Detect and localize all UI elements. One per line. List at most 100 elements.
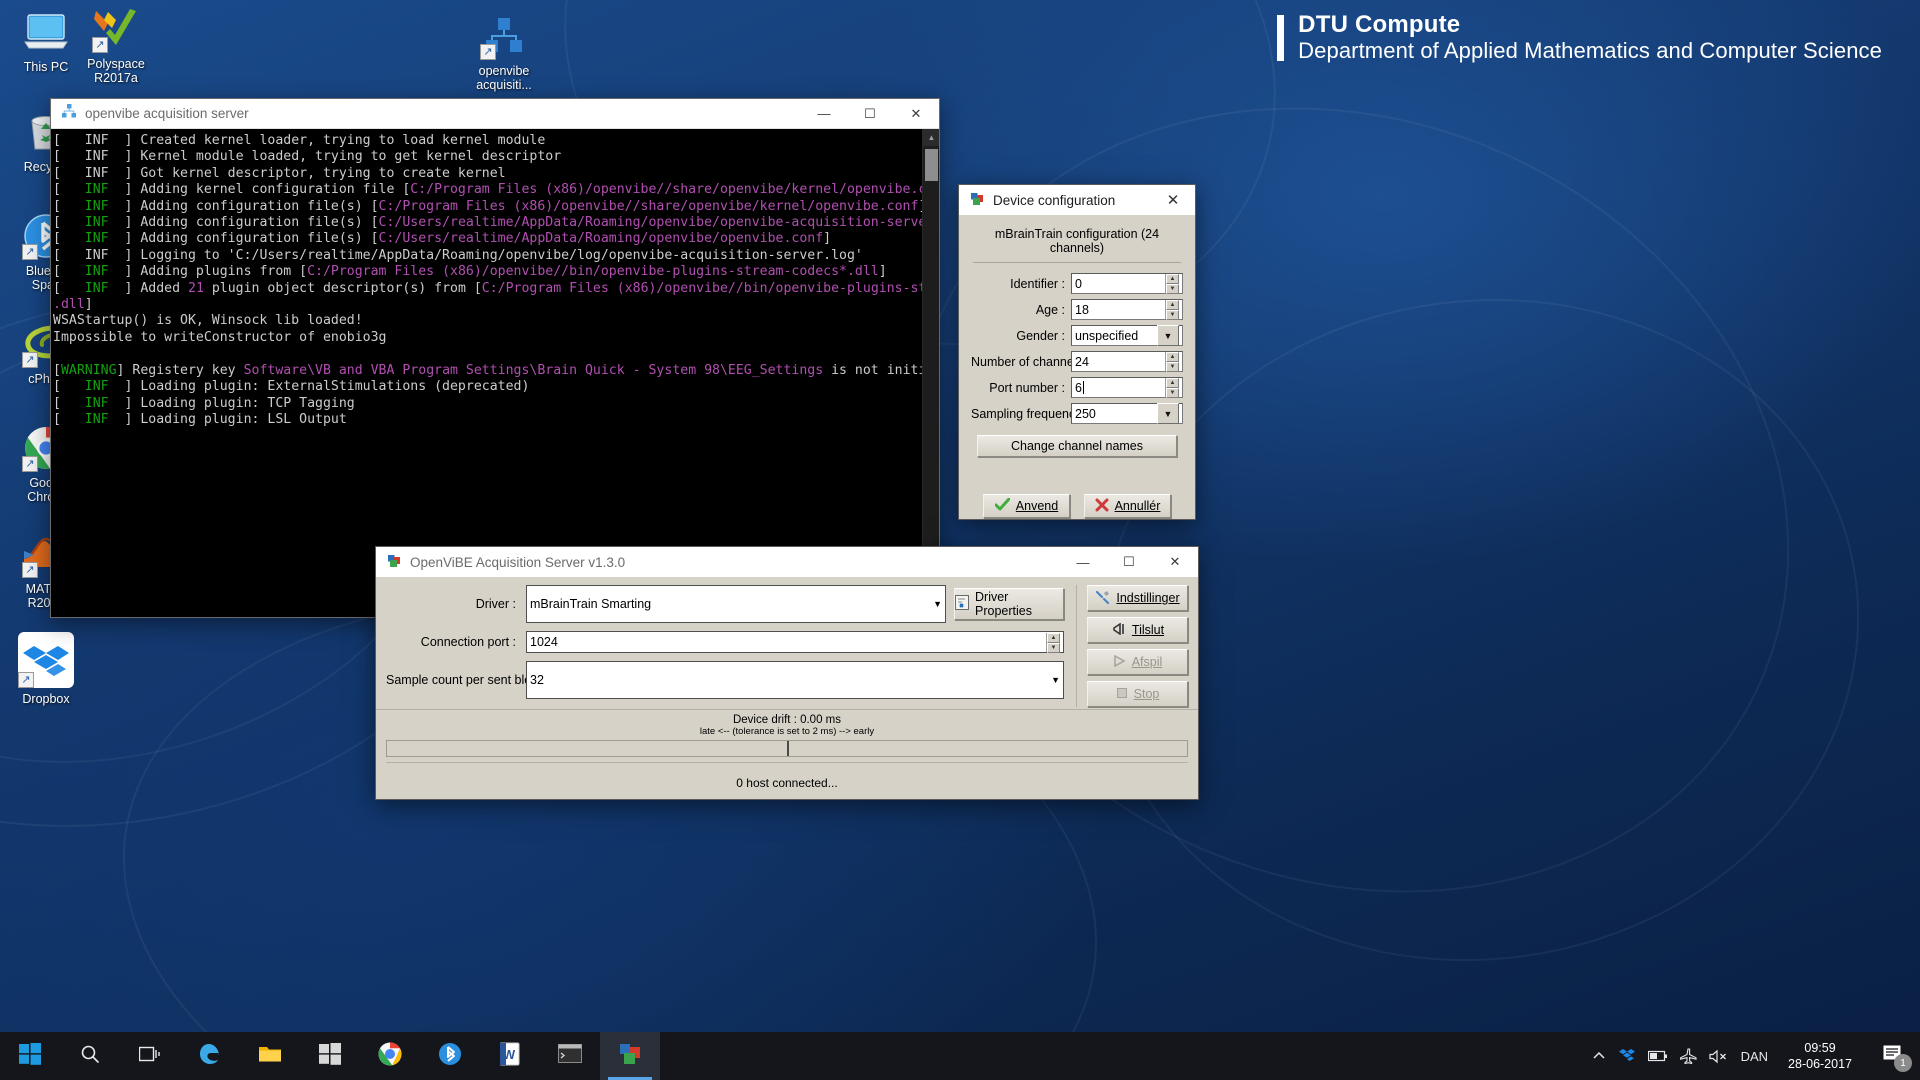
chevron-down-icon[interactable]: ▼ bbox=[1051, 675, 1060, 685]
volume-muted-icon[interactable] bbox=[1708, 1049, 1729, 1064]
age-input[interactable]: 18 ▲ ▼ bbox=[1071, 299, 1183, 320]
dtu-subtitle: Department of Applied Mathematics and Co… bbox=[1298, 37, 1882, 63]
device-configuration-dialog[interactable]: Device configuration ✕ mBrainTrain confi… bbox=[958, 184, 1196, 520]
console-close-button[interactable]: ✕ bbox=[893, 99, 939, 129]
sample-count-label: Sample count per sent block : bbox=[386, 673, 551, 687]
shortcut-overlay-icon: ↗ bbox=[480, 44, 496, 60]
devcfg-close-button[interactable]: ✕ bbox=[1151, 185, 1195, 215]
desktop-icon-label: This PC bbox=[23, 60, 69, 74]
sampling-select[interactable]: 250 ▼ bbox=[1071, 403, 1183, 424]
change-channel-names-button[interactable]: Change channel names bbox=[977, 435, 1177, 457]
console-line: [ INF ] Adding kernel configuration file… bbox=[53, 182, 922, 198]
console-line: [ INF ] Created kernel loader, trying to… bbox=[53, 133, 546, 148]
store-button[interactable] bbox=[300, 1032, 360, 1080]
connection-port-label: Connection port : bbox=[420, 635, 516, 649]
connect-button[interactable]: Tilslut bbox=[1087, 617, 1188, 643]
acq-maximize-button[interactable]: ☐ bbox=[1106, 547, 1152, 577]
taskbar[interactable]: W DAN 09:59 28-06-2017 1 bbox=[0, 1032, 1920, 1080]
drift-progress-bar bbox=[386, 740, 1188, 757]
chevron-down-icon[interactable]: ▼ bbox=[1157, 403, 1179, 424]
desktop-icon-openvibe-acquisition[interactable]: ↗ openvibe acquisiti... bbox=[458, 12, 550, 92]
devcfg-title-bar[interactable]: Device configuration ✕ bbox=[959, 185, 1195, 215]
desktop-icon-polyspace[interactable]: ↗ Polyspace R2017a bbox=[70, 5, 162, 85]
gender-value: unspecified bbox=[1075, 328, 1139, 343]
console-icon bbox=[558, 1044, 582, 1068]
acq-minimize-button[interactable]: — bbox=[1060, 547, 1106, 577]
acq-title-bar[interactable]: OpenViBE Acquisition Server v1.3.0 — ☐ ✕ bbox=[376, 547, 1198, 577]
desktop[interactable]: DTU Compute Department of Applied Mathem… bbox=[0, 0, 1920, 1080]
console-maximize-button[interactable]: ☐ bbox=[847, 99, 893, 129]
console-line: [ INF ] Logging to 'C:/Users/realtime/Ap… bbox=[53, 247, 863, 263]
port-value: 6 bbox=[1075, 380, 1082, 395]
system-tray[interactable]: DAN 09:59 28-06-2017 1 bbox=[1592, 1032, 1920, 1080]
bluetooth-button[interactable] bbox=[420, 1032, 480, 1080]
acquisition-server-window[interactable]: OpenViBE Acquisition Server v1.3.0 — ☐ ✕… bbox=[375, 546, 1199, 800]
clock[interactable]: 09:59 28-06-2017 bbox=[1780, 1040, 1860, 1072]
console-line: [ INF ] Adding configuration file(s) [C:… bbox=[53, 198, 922, 214]
connection-port-input[interactable]: 1024 ▲ ▼ bbox=[526, 631, 1064, 653]
preferences-button[interactable]: Indstillinger bbox=[1087, 585, 1188, 611]
shortcut-overlay-icon: ↗ bbox=[22, 562, 38, 578]
identifier-stepper[interactable]: ▲ ▼ bbox=[1165, 274, 1179, 294]
start-button[interactable] bbox=[0, 1032, 60, 1080]
edge-icon bbox=[198, 1042, 222, 1071]
channels-stepper[interactable]: ▲ ▼ bbox=[1165, 352, 1179, 372]
notification-badge: 1 bbox=[1894, 1054, 1912, 1072]
show-hidden-icons-button[interactable] bbox=[1592, 1049, 1606, 1063]
chevron-down-icon[interactable]: ▼ bbox=[933, 599, 942, 609]
bluetooth-icon bbox=[438, 1042, 462, 1071]
port-stepper[interactable]: ▲ ▼ bbox=[1165, 378, 1179, 398]
console-button[interactable] bbox=[540, 1032, 600, 1080]
shortcut-overlay-icon: ↗ bbox=[92, 37, 108, 53]
console-line: [ INF ] Added 21 plugin object descripto… bbox=[53, 280, 922, 296]
sample-count-value: 32 bbox=[530, 673, 544, 687]
devcfg-row-sampling: Sampling frequency : 250 ▼ bbox=[971, 403, 1183, 424]
chevron-down-icon[interactable]: ▼ bbox=[1157, 325, 1179, 346]
scrollbar-thumb[interactable] bbox=[925, 149, 938, 181]
driver-properties-button[interactable]: Driver Properties bbox=[954, 588, 1064, 620]
airplane-mode-icon[interactable] bbox=[1679, 1048, 1697, 1064]
gender-select[interactable]: unspecified ▼ bbox=[1071, 325, 1183, 346]
identifier-input[interactable]: 0 ▲ ▼ bbox=[1071, 273, 1183, 294]
word-icon: W bbox=[499, 1042, 520, 1071]
console-title-bar[interactable]: openvibe acquisition server — ☐ ✕ bbox=[51, 99, 939, 129]
search-button[interactable] bbox=[60, 1032, 120, 1080]
shortcut-overlay-icon: ↗ bbox=[22, 244, 38, 260]
desktop-icon-dropbox[interactable]: ↗ Dropbox bbox=[0, 632, 92, 706]
battery-icon[interactable] bbox=[1647, 1050, 1668, 1063]
red-cross-icon bbox=[1095, 498, 1109, 515]
stop-label: Stop bbox=[1133, 687, 1160, 701]
console-line: [WARNING] Registery key Software\VB and … bbox=[53, 362, 922, 378]
driver-select[interactable]: mBrainTrain Smarting ▼ bbox=[526, 585, 946, 623]
chrome-button[interactable] bbox=[360, 1032, 420, 1080]
console-scrollbar[interactable]: ▲ ▼ bbox=[922, 129, 939, 617]
age-stepper[interactable]: ▲ ▼ bbox=[1165, 300, 1179, 320]
sample-count-select[interactable]: 32 ▼ bbox=[526, 661, 1064, 699]
apply-button[interactable]: Anvend bbox=[983, 494, 1070, 518]
acq-close-button[interactable]: ✕ bbox=[1152, 547, 1198, 577]
clock-time: 09:59 bbox=[1804, 1041, 1836, 1055]
text-cursor bbox=[1082, 381, 1084, 394]
action-center-button[interactable]: 1 bbox=[1872, 1032, 1914, 1080]
console-minimize-button[interactable]: — bbox=[801, 99, 847, 129]
port-input[interactable]: 6 ▲ ▼ bbox=[1071, 377, 1183, 398]
channels-input[interactable]: 24 ▲ ▼ bbox=[1071, 351, 1183, 372]
openvibe-console-window[interactable]: openvibe acquisition server — ☐ ✕ [ INF … bbox=[50, 98, 940, 618]
console-line: [ INF ] Loading plugin: TCP Tagging bbox=[53, 395, 355, 411]
word-button[interactable]: W bbox=[480, 1032, 540, 1080]
edge-button[interactable] bbox=[180, 1032, 240, 1080]
cancel-button[interactable]: Annullér bbox=[1084, 494, 1171, 518]
dropbox-tray-icon[interactable] bbox=[1618, 1047, 1636, 1065]
console-title-text: openvibe acquisition server bbox=[85, 106, 249, 121]
language-indicator[interactable]: DAN bbox=[1741, 1049, 1768, 1064]
preferences-label: Indstillinger bbox=[1116, 591, 1180, 605]
devcfg-row-port: Port number : 6 ▲ ▼ bbox=[971, 377, 1183, 398]
connection-port-stepper[interactable]: ▲ ▼ bbox=[1046, 632, 1060, 653]
devcfg-header-label: mBrainTrain configuration (24 channels) bbox=[994, 227, 1160, 255]
acq-row-connection-port: Connection port : 1024 ▲ ▼ bbox=[386, 631, 1064, 653]
scroll-up-icon[interactable]: ▲ bbox=[923, 129, 939, 146]
openvibe-button[interactable] bbox=[600, 1032, 660, 1080]
file-explorer-button[interactable] bbox=[240, 1032, 300, 1080]
task-view-button[interactable] bbox=[120, 1032, 180, 1080]
